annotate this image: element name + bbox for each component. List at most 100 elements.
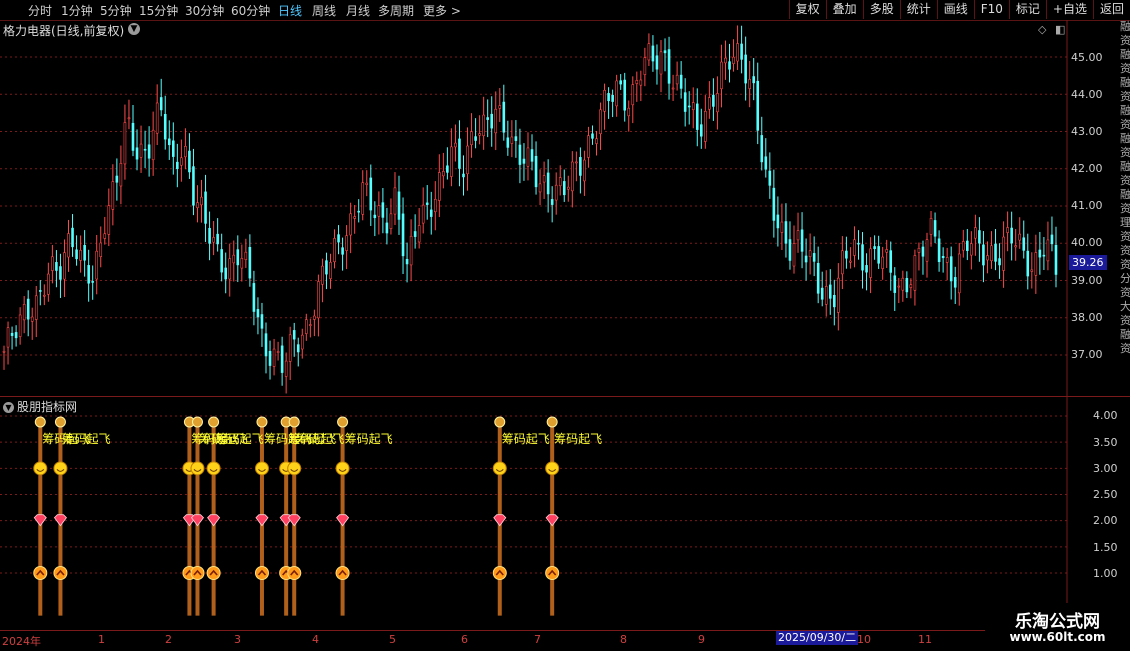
up-arrow-icon: [53, 566, 68, 580]
f10-button[interactable]: F10: [973, 0, 1009, 19]
time-axis-label: 11: [918, 633, 932, 646]
side-strip-char: 资: [1120, 174, 1130, 187]
candle-body: [188, 150, 191, 173]
candle-body: [736, 43, 739, 62]
back-button[interactable]: 返回: [1092, 0, 1130, 19]
candle-body: [945, 257, 949, 263]
candle-body: [990, 245, 993, 262]
candle-body: [284, 360, 288, 377]
add-watchlist-button[interactable]: +自选: [1045, 0, 1093, 19]
candle-body: [937, 238, 941, 263]
period-tab-monthly[interactable]: 月线: [346, 2, 370, 19]
money-bag-icon: [494, 416, 506, 428]
candle-body: [321, 265, 324, 285]
candle-body: [373, 214, 377, 219]
candle-body: [929, 218, 933, 235]
period-tab-daily[interactable]: 日线: [278, 2, 302, 19]
candle-body: [34, 295, 38, 320]
diamond-icon: [190, 514, 205, 527]
candle-body: [824, 286, 828, 305]
candle-body: [91, 281, 94, 283]
candle-body: [38, 290, 42, 292]
candle-body: [558, 177, 562, 187]
candle-body: [506, 137, 510, 148]
candle-body: [627, 107, 631, 117]
candle-body: [67, 233, 70, 258]
candle-body: [901, 277, 905, 291]
time-axis-label: 4: [312, 633, 319, 646]
candle-body: [59, 266, 62, 280]
period-tab-60min[interactable]: 60分钟: [231, 2, 270, 19]
candle-body: [393, 187, 397, 215]
period-tab-weekly[interactable]: 周线: [312, 2, 336, 19]
smiley-icon: [206, 461, 221, 476]
side-strip-char: 资: [1120, 314, 1130, 327]
candle-body: [442, 171, 445, 177]
statistics-button[interactable]: 统计: [899, 0, 937, 19]
candle-body: [510, 136, 514, 144]
candle-body: [22, 304, 26, 321]
side-strip-char: 资: [1120, 118, 1130, 131]
candle-body: [768, 170, 772, 186]
signal-label: 筹码起飞: [554, 432, 603, 446]
overlay-button[interactable]: 叠加: [825, 0, 863, 19]
money-bag-icon: [337, 416, 349, 428]
candle-body: [454, 142, 457, 148]
period-tab-more[interactable]: 更多 >: [423, 2, 461, 19]
candle-body: [317, 281, 320, 319]
multi-stock-button[interactable]: 多股: [862, 0, 900, 19]
candle-body: [397, 191, 401, 220]
side-info-strip[interactable]: 融 资 融 资 融 资 融 资 融 资 融 资 融 资 理 资 资 资 分 资 …: [1120, 20, 1130, 395]
candle-body: [982, 244, 985, 266]
candle-body: [925, 239, 929, 262]
restore-rights-button[interactable]: 复权: [788, 0, 826, 19]
candle-body: [421, 204, 425, 224]
candlestick-chart[interactable]: [0, 20, 1068, 396]
money-bag-icon: [34, 416, 46, 428]
candle-body: [167, 138, 171, 146]
candle-body: [623, 79, 627, 111]
candle-body: [828, 284, 832, 299]
candle-body: [647, 43, 651, 61]
candle-body: [812, 253, 816, 262]
candle-body: [99, 242, 103, 257]
candle-body: [744, 54, 747, 84]
candle-body: [83, 245, 86, 261]
candle-body: [196, 202, 199, 208]
candle-body: [296, 344, 300, 353]
period-tab-minute[interactable]: 分时: [28, 2, 52, 19]
period-tab-multi[interactable]: 多周期: [378, 2, 414, 19]
period-tab-5min[interactable]: 5分钟: [100, 2, 132, 19]
candle-body: [784, 221, 788, 244]
candle-body: [14, 332, 18, 339]
period-tab-1min[interactable]: 1分钟: [61, 2, 93, 19]
candle-body: [272, 348, 276, 367]
candle-body: [595, 138, 598, 144]
candle-body: [345, 235, 348, 251]
candle-body: [260, 314, 264, 329]
period-tab-30min[interactable]: 30分钟: [185, 2, 224, 19]
candle-body: [1006, 227, 1009, 233]
price-axis-label: 39.00: [1071, 274, 1103, 287]
mark-button[interactable]: 标记: [1008, 0, 1046, 19]
candle-body: [248, 246, 252, 279]
candle-body: [208, 227, 211, 244]
side-strip-char: 融: [1120, 188, 1130, 201]
period-tab-15min[interactable]: 15分钟: [139, 2, 178, 19]
smiley-icon: [190, 461, 205, 476]
candle-body: [361, 182, 365, 215]
candle-body: [87, 265, 90, 284]
candle-body: [708, 97, 711, 110]
candle-body: [256, 309, 260, 318]
time-axis-label: 8: [620, 633, 627, 646]
candle-body: [155, 102, 159, 134]
candle-body: [933, 220, 937, 237]
side-strip-char: 融: [1120, 48, 1130, 61]
candle-body: [268, 350, 272, 366]
candle-body: [571, 161, 574, 192]
candle-body: [583, 159, 586, 182]
candle-body: [389, 213, 393, 229]
candle-body: [772, 187, 776, 221]
candle-body: [127, 117, 131, 120]
draw-line-button[interactable]: 画线: [936, 0, 974, 19]
